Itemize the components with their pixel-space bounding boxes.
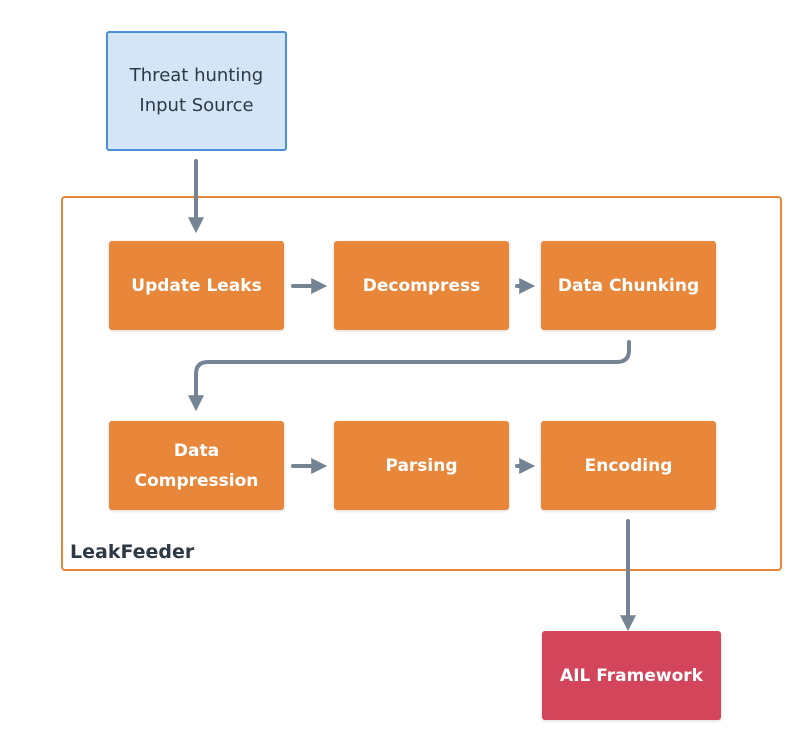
arrows (188, 159, 636, 632)
arrow-chunking-to-compression (188, 340, 631, 412)
diagram: LeakFeeder Threat hunting Input Source U… (0, 0, 812, 752)
